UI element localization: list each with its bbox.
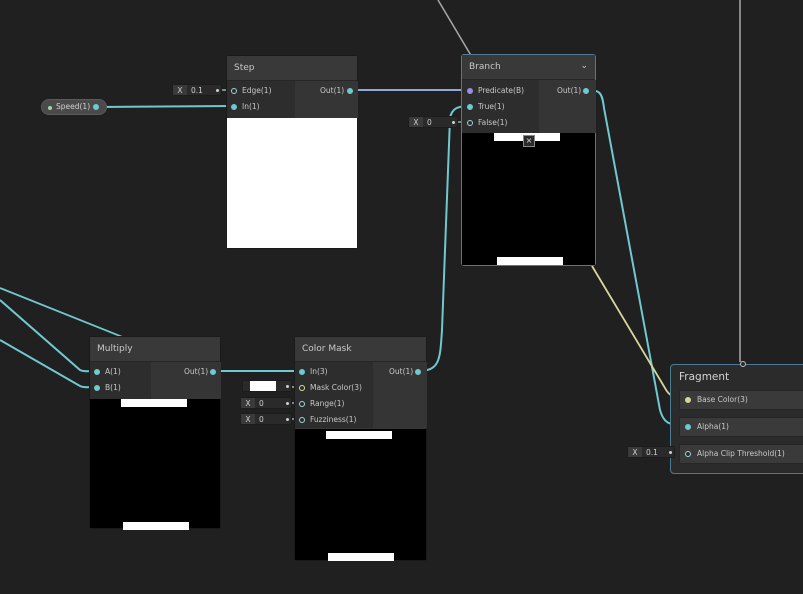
field-connector-icon [216, 89, 219, 92]
multiply-a-port[interactable] [94, 369, 100, 375]
speed-output-port[interactable] [93, 104, 99, 110]
multiply-b-port[interactable] [94, 385, 100, 391]
field-connector-icon [286, 402, 289, 405]
color-mask-out-label: Out(1) [389, 367, 414, 376]
step-node[interactable]: Step Edge(1) In(1) Out(1) [226, 55, 358, 249]
mask-color-swatch-field[interactable] [242, 380, 292, 392]
step-in-label: In(1) [242, 102, 260, 111]
step-out-port[interactable] [347, 88, 353, 94]
multiply-a-label: A(1) [105, 367, 121, 376]
field-connector-icon [286, 418, 289, 421]
fuzziness-axis: X [241, 414, 255, 424]
step-node-title[interactable]: Step [227, 56, 357, 81]
branch-false-value[interactable]: 0 [427, 117, 432, 129]
basecolor-label: Base Color(3) [697, 395, 748, 404]
preview-close-icon[interactable]: × [523, 135, 535, 147]
alphaclip-port[interactable] [685, 451, 691, 457]
fragment-block-alphaclip[interactable]: Alpha Clip Threshold(1) [679, 444, 803, 464]
color-mask-fuzziness-label: Fuzziness(1) [310, 415, 357, 424]
branch-false-field[interactable]: X 0 [408, 116, 458, 128]
property-indicator-icon [48, 106, 52, 110]
step-edge-label: Edge(1) [242, 86, 272, 95]
color-mask-fuzziness-field[interactable]: X 0 [240, 413, 292, 425]
color-mask-in-port[interactable] [299, 369, 305, 375]
color-mask-range-field[interactable]: X 0 [240, 397, 292, 409]
color-mask-range-port[interactable] [299, 401, 305, 407]
alphaclip-label: Alpha Clip Threshold(1) [697, 449, 785, 458]
multiply-b-label: B(1) [105, 383, 121, 392]
alpha-label: Alpha(1) [697, 422, 729, 431]
multiply-node[interactable]: Multiply A(1) B(1) Out(1) [89, 336, 221, 530]
basecolor-port[interactable] [685, 397, 691, 403]
wire-left-to-multiply-a [0, 299, 97, 373]
preview-highlight-bottom [123, 522, 189, 530]
fragment-top-port[interactable] [740, 361, 746, 367]
color-mask-fuzziness-port[interactable] [299, 417, 305, 423]
preview-highlight-top [121, 399, 187, 407]
branch-out-port[interactable] [583, 88, 589, 94]
color-mask-node-title[interactable]: Color Mask [295, 337, 426, 362]
fragment-block-alpha[interactable]: Alpha(1) [679, 417, 803, 437]
branch-false-axis: X [409, 117, 423, 127]
field-connector-icon [452, 121, 455, 124]
range-value[interactable]: 0 [259, 398, 264, 410]
branch-preview [462, 133, 595, 265]
fragment-block-basecolor[interactable]: Base Color(3) [679, 390, 803, 410]
color-mask-node[interactable]: Color Mask In(3) Mask Color(3) Range(1) … [294, 336, 427, 561]
preview-highlight-bottom [497, 257, 563, 265]
step-edge-value[interactable]: 0.1 [191, 85, 203, 97]
branch-true-label: True(1) [478, 102, 505, 111]
multiply-preview [90, 399, 220, 530]
field-connector-icon [286, 385, 289, 388]
step-preview [227, 118, 357, 248]
field-connector-icon [669, 451, 672, 454]
speed-property-node[interactable]: Speed(1) [41, 99, 107, 115]
fuzziness-value[interactable]: 0 [259, 414, 264, 426]
branch-predicate-label: Predicate(B) [478, 86, 525, 95]
branch-false-port[interactable] [467, 120, 473, 126]
step-edge-field[interactable]: X 0.1 [172, 84, 222, 96]
color-mask-preview [295, 429, 426, 561]
branch-false-label: False(1) [478, 118, 508, 127]
step-in-port[interactable] [231, 104, 237, 110]
branch-node[interactable]: Branch ⌄ Predicate(B) True(1) False(1) O… [461, 54, 596, 266]
fragment-title[interactable]: Fragment [679, 371, 729, 383]
step-edge-axis: X [173, 85, 187, 95]
mask-color-swatch[interactable] [250, 381, 276, 391]
color-mask-out-port[interactable] [415, 369, 421, 375]
color-mask-range-label: Range(1) [310, 399, 345, 408]
color-mask-in-label: In(3) [310, 367, 328, 376]
branch-node-title[interactable]: Branch [462, 55, 595, 80]
alphaclip-axis: X [628, 447, 642, 457]
multiply-out-port[interactable] [210, 369, 216, 375]
preview-highlight-top [326, 431, 392, 439]
color-mask-maskcolor-port[interactable] [299, 385, 305, 391]
color-mask-maskcolor-label: Mask Color(3) [310, 383, 362, 392]
alpha-clip-field[interactable]: X 0.1 [627, 446, 675, 458]
multiply-out-label: Out(1) [184, 367, 209, 376]
step-out-label: Out(1) [320, 86, 345, 95]
step-edge-port[interactable] [231, 88, 237, 94]
branch-true-port[interactable] [467, 104, 473, 110]
wire-speed-to-step [100, 105, 234, 108]
collapse-chevron-icon[interactable]: ⌄ [580, 61, 588, 71]
preview-highlight-bottom [328, 553, 394, 561]
wire-left-to-multiply-b [0, 339, 97, 389]
multiply-node-title[interactable]: Multiply [90, 337, 220, 362]
speed-property-label: Speed(1) [56, 102, 91, 111]
fragment-context[interactable]: Fragment Base Color(3) Alpha(1) Alpha Cl… [670, 361, 803, 474]
branch-out-label: Out(1) [557, 86, 582, 95]
alpha-port[interactable] [685, 424, 691, 430]
alphaclip-value[interactable]: 0.1 [646, 447, 658, 459]
branch-predicate-port[interactable] [467, 88, 473, 94]
range-axis: X [241, 398, 255, 408]
